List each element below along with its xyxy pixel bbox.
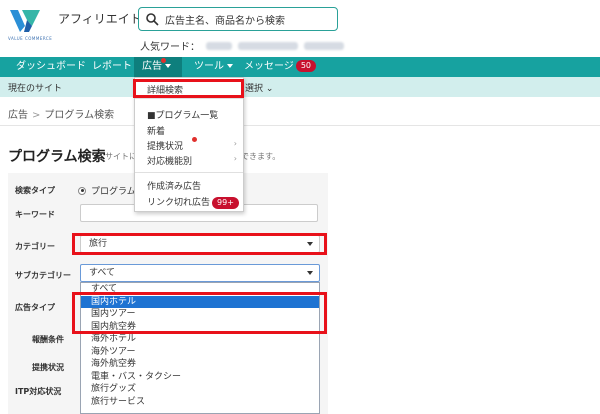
notification-dot [192, 137, 197, 142]
popular-word[interactable] [206, 41, 232, 50]
menu-divider [135, 98, 243, 99]
list-item[interactable]: 海外ホテル [81, 333, 319, 346]
menu-supported-features[interactable]: 対応機能別 [147, 154, 192, 167]
breadcrumb: 広告 > プログラム検索 [8, 106, 114, 121]
ad-type-label: 広告タイプ [15, 303, 55, 312]
popular-word[interactable] [304, 41, 344, 50]
brand-name: アフィリエイト [58, 12, 142, 26]
brand-logo-icon[interactable] [10, 8, 40, 34]
nav-dashboard[interactable]: ダッシュボード [8, 57, 94, 77]
breadcrumb-parent[interactable]: 広告 [8, 110, 28, 121]
search-placeholder: 広告主名、商品名から検索 [165, 15, 285, 27]
search-input[interactable]: 広告主名、商品名から検索 [138, 7, 338, 31]
list-item[interactable]: すべて [81, 283, 319, 296]
menu-advanced-search[interactable]: 詳細検索 [147, 83, 183, 96]
search-type-radio[interactable]: プログラム [78, 184, 136, 197]
nav-messages[interactable]: メッセージ 50 [236, 57, 324, 77]
message-count-badge: 50 [295, 60, 316, 72]
chevron-down-icon [165, 64, 171, 68]
list-item[interactable]: 国内ホテル [81, 295, 319, 308]
nav-tools[interactable]: ツール [186, 57, 241, 77]
divider [0, 125, 600, 126]
search-icon [146, 13, 159, 26]
list-item[interactable]: 旅行グッズ [81, 383, 319, 396]
current-site-label: 現在のサイト [8, 84, 63, 94]
chevron-right-icon: › [233, 154, 237, 163]
subcategory-label: サブカテゴリー [15, 271, 71, 280]
search-type-label: 検索タイプ [15, 186, 55, 195]
popular-label: 人気ワード： [140, 42, 200, 53]
chevron-down-icon [307, 271, 313, 275]
site-select[interactable]: 選択 ⌄ [245, 81, 273, 94]
logo-subtext: VALUE COMMERCE [8, 36, 53, 41]
site-bar: 現在のサイト 選択 ⌄ [0, 77, 600, 97]
list-item[interactable]: 海外航空券 [81, 358, 319, 371]
category-select[interactable]: 旅行 [80, 235, 320, 253]
radio-icon[interactable] [78, 186, 86, 195]
menu-broken-links[interactable]: リンク切れ広告 99+ [147, 195, 239, 209]
breadcrumb-current: プログラム検索 [44, 110, 115, 121]
list-item[interactable]: 国内ツアー [81, 308, 319, 321]
itp-label: ITP対応状況 [15, 387, 62, 396]
list-item[interactable]: 電車・バス・タクシー [81, 371, 319, 384]
menu-divider [135, 172, 243, 173]
popular-words: 人気ワード： [140, 38, 344, 53]
menu-program-list[interactable]: ■プログラム一覧 [147, 108, 218, 121]
main-nav: ダッシュボード レポート 広告 ツール メッセージ 50 [0, 57, 600, 77]
nav-ads[interactable]: 広告 [134, 57, 182, 77]
chevron-down-icon [307, 242, 313, 246]
page-title: プログラム検索 [8, 149, 106, 165]
breadcrumb-separator: > [32, 110, 41, 121]
subcategory-options: すべて 国内ホテル 国内ツアー 国内航空券 海外ホテル 海外ツアー 海外航空券 … [80, 282, 320, 414]
chevron-right-icon: › [233, 139, 237, 148]
list-item[interactable]: 国内航空券 [81, 321, 319, 334]
popular-word[interactable] [238, 41, 298, 50]
list-item[interactable]: 海外ツアー [81, 346, 319, 359]
partnership-label: 提携状況 [32, 363, 64, 372]
menu-created-ads[interactable]: 作成済み広告 [147, 179, 201, 192]
chevron-down-icon [227, 64, 233, 68]
notification-dot [161, 58, 166, 63]
broken-links-badge: 99+ [212, 196, 239, 209]
nav-report[interactable]: レポート [84, 57, 140, 77]
page-subtitle: サイトに [105, 152, 137, 161]
reward-label: 報酬条件 [32, 335, 64, 344]
ad-menu-dropdown: 詳細検索 ■プログラム一覧 新着 提携状況 › 対応機能別 › 作成済み広告 リ… [134, 77, 244, 212]
menu-new[interactable]: 新着 [147, 124, 165, 137]
menu-partnership-status[interactable]: 提携状況 [147, 139, 183, 152]
keyword-label: キーワード [15, 210, 55, 219]
list-item[interactable]: 旅行サービス [81, 396, 319, 409]
subcategory-select[interactable]: すべて [80, 264, 320, 282]
category-label: カテゴリー [15, 242, 55, 251]
